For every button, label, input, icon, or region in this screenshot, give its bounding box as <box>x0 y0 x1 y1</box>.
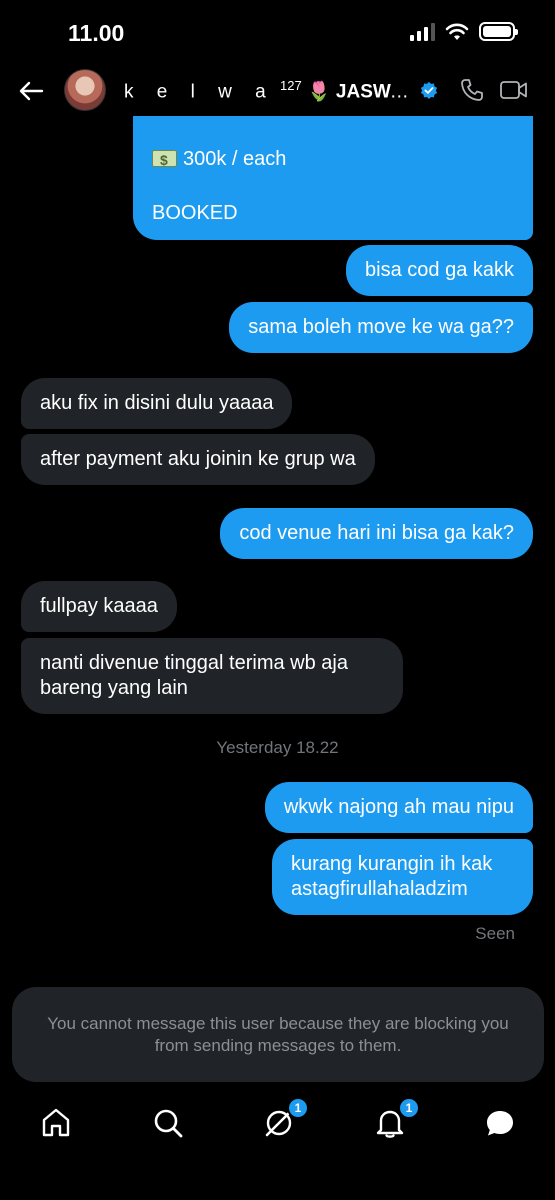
notifications-badge: 1 <box>398 1097 420 1119</box>
message-text: BOOKED <box>152 202 238 224</box>
phone-icon[interactable] <box>459 77 485 103</box>
wifi-icon <box>445 23 469 40</box>
seen-indicator: Seen <box>475 924 515 943</box>
status-time: 11.00 <box>68 20 125 46</box>
status-bar: 11.00 <box>0 0 555 62</box>
message-outgoing[interactable]: sama boleh move ke wa ga?? <box>229 302 533 353</box>
message-outgoing[interactable]: wkwk najong ah mau nipu <box>264 782 533 833</box>
message-text: 300k / each <box>183 148 287 170</box>
message-line: 300k / each <box>152 146 514 174</box>
verified-badge-icon <box>420 81 438 99</box>
message-outgoing[interactable]: cod venue hari ini bisa ga kak? <box>220 508 533 559</box>
grok-nav-item[interactable]: 1 <box>262 1097 309 1140</box>
money-bill-icon <box>152 147 177 174</box>
message-text: kurang kurangin ih kak astagfirullahalad… <box>291 853 493 900</box>
back-arrow-icon[interactable] <box>16 76 46 106</box>
blocked-notice: You cannot message this user because the… <box>12 987 544 1082</box>
message-text: sama boleh move ke wa ga?? <box>248 316 514 338</box>
grok-badge: 1 <box>287 1097 309 1119</box>
message-incoming[interactable]: nanti divenue tinggal terima wb aja bare… <box>21 638 403 714</box>
message-text: aku fix in disini dulu yaaaa <box>40 392 274 414</box>
message-text: wkwk najong ah mau nipu <box>283 796 514 818</box>
message-outgoing[interactable]: bisa cod ga kakk <box>346 245 533 296</box>
contact-name-main: JASWAR JA... <box>335 81 420 103</box>
video-icon[interactable] <box>499 77 529 103</box>
bottom-nav: 1 1 <box>0 1097 555 1156</box>
contact-name[interactable]: k e l w a 127 🌷 JASWAR JA... <box>124 78 420 103</box>
conversation-header: k e l w a 127 🌷 JASWAR JA... <box>0 66 555 116</box>
home-icon[interactable] <box>39 1106 73 1140</box>
message-text: after payment aku joinin ke grup wa <box>40 448 356 470</box>
message-text: cod venue hari ini bisa ga kak? <box>239 522 514 544</box>
message-outgoing[interactable]: kurang kurangin ih kak astagfirullahalad… <box>272 839 533 915</box>
avatar[interactable] <box>64 69 106 111</box>
message-incoming[interactable]: after payment aku joinin ke grup wa <box>21 434 375 485</box>
notifications-nav-item[interactable]: 1 <box>373 1097 420 1140</box>
message-outgoing[interactable]: 300k / each BOOKED <box>133 116 533 240</box>
message-text: bisa cod ga kakk <box>365 259 514 281</box>
tulip-emoji-icon: 🌷 <box>306 81 331 103</box>
message-text: fullpay kaaaa <box>40 595 158 617</box>
message-incoming[interactable]: aku fix in disini dulu yaaaa <box>21 378 293 429</box>
battery-icon <box>479 22 518 41</box>
messages-icon[interactable] <box>483 1106 517 1140</box>
contact-name-prefix: k e l w a <box>124 81 275 103</box>
blocked-notice-text: You cannot message this user because the… <box>47 1013 509 1055</box>
message-text: nanti divenue tinggal terima wb aja bare… <box>40 652 348 699</box>
cellular-signal-icon <box>410 22 435 41</box>
search-icon[interactable] <box>151 1106 185 1140</box>
contact-name-sup: 127 <box>279 78 302 93</box>
message-timestamp: Yesterday 18.22 <box>216 738 339 757</box>
message-incoming[interactable]: fullpay kaaaa <box>21 581 177 632</box>
status-icons <box>410 22 518 41</box>
